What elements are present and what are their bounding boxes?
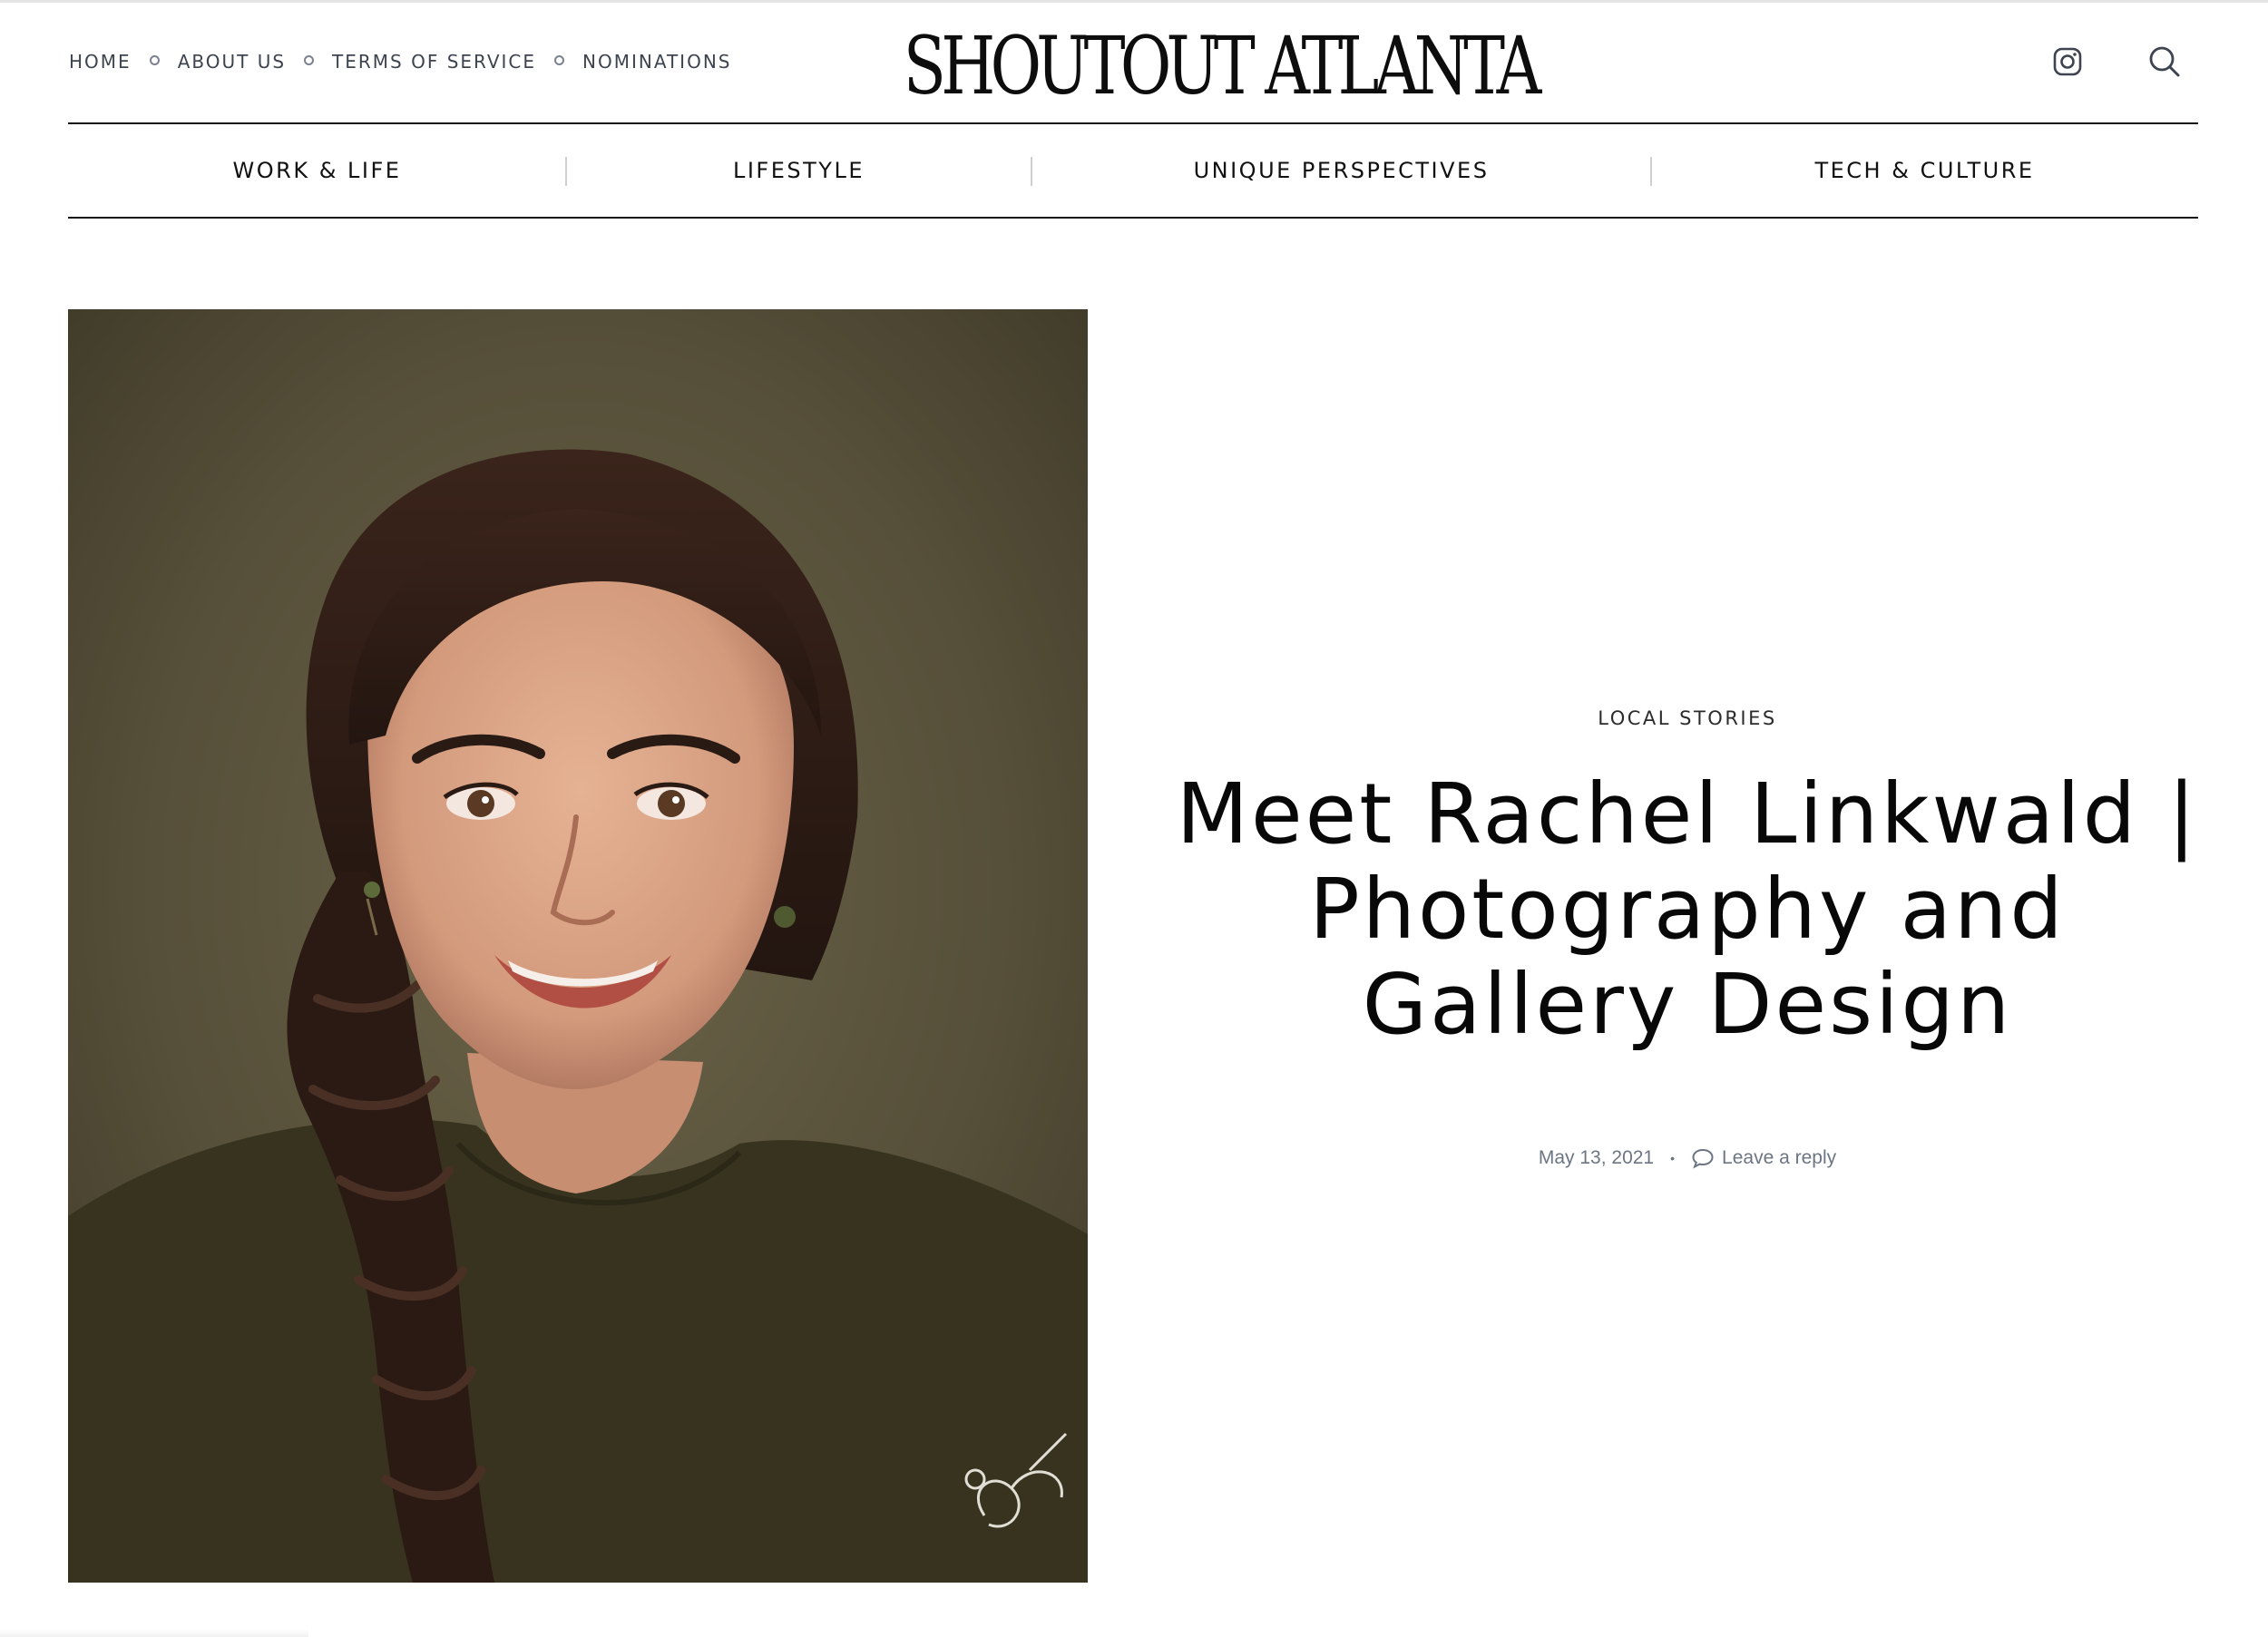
nav-link-about-us[interactable]: ABOUT US (178, 51, 286, 73)
leave-reply-label: Leave a reply (1722, 1147, 1837, 1168)
category-nav: WORK & LIFE LIFESTYLE UNIQUE PERSPECTIVE… (68, 124, 2198, 217)
instagram-icon[interactable] (2044, 38, 2091, 85)
page-fold-shadow (0, 1629, 308, 1637)
leave-reply-link[interactable]: Leave a reply (1691, 1147, 1836, 1169)
meta-separator: • (1670, 1151, 1676, 1165)
category-nav-divider (68, 217, 2198, 219)
category-unique-perspectives[interactable]: UNIQUE PERSPECTIVES (1031, 124, 1651, 217)
featured-image[interactable] (68, 309, 1088, 1583)
site-logo[interactable]: SHOUTOUT ATLANTA (904, 18, 1542, 113)
category-tech-and-culture[interactable]: TECH & CULTURE (1651, 124, 2198, 217)
post-title: Meet Rachel Linkwald | Photography and G… (1176, 765, 2199, 1053)
post-category-link[interactable]: LOCAL STORIES (1179, 707, 2195, 729)
post-meta: May 13, 2021 • Leave a reply (1179, 1147, 2195, 1169)
category-work-and-life[interactable]: WORK & LIFE (68, 124, 566, 217)
portrait-illustration (68, 309, 1088, 1583)
nav-separator-dot (149, 54, 160, 65)
nav-separator-dot (304, 54, 315, 65)
site-header: HOME ABOUT US TERMS OF SERVICE NOMINATIO… (0, 0, 2268, 124)
comment-icon (1692, 1148, 1714, 1169)
nav-separator-dot (554, 54, 565, 65)
nav-link-nominations[interactable]: NOMINATIONS (582, 51, 731, 73)
search-icon[interactable] (2141, 38, 2188, 85)
nav-link-home[interactable]: HOME (69, 51, 132, 73)
nav-link-terms-of-service[interactable]: TERMS OF SERVICE (332, 51, 536, 73)
utility-nav: HOME ABOUT US TERMS OF SERVICE NOMINATIO… (69, 51, 731, 73)
category-lifestyle[interactable]: LIFESTYLE (566, 124, 1031, 217)
post-date: May 13, 2021 (1538, 1147, 1655, 1168)
